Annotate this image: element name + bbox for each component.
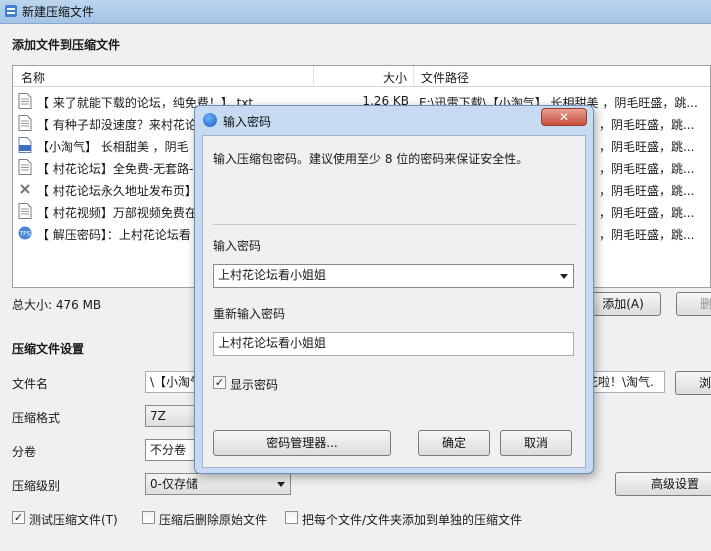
split-label: 分卷 xyxy=(12,445,37,459)
password-dialog: 输入密码 ✕ 输入压缩包密码。建议使用至少 8 位的密码来保证安全性。 输入密码… xyxy=(194,105,594,474)
dialog-body: 输入压缩包密码。建议使用至少 8 位的密码来保证安全性。 输入密码 上村花论坛看… xyxy=(202,135,586,468)
text-file-icon xyxy=(18,159,32,175)
close-icon[interactable]: ✕ xyxy=(541,108,587,126)
advanced-settings-button[interactable]: 高级设置 xyxy=(615,472,711,496)
delete-after-checkbox[interactable] xyxy=(142,511,155,524)
password-input[interactable]: 上村花论坛看小姐姐 xyxy=(213,264,574,288)
mp4-file-icon xyxy=(18,137,32,153)
filename-value-right: 花啦！\淘气. xyxy=(586,375,654,389)
password-label: 输入密码 xyxy=(213,239,262,253)
column-path-header[interactable]: 文件路径 xyxy=(421,69,469,86)
each-separate-checkbox[interactable] xyxy=(285,511,298,524)
each-separate-label[interactable]: 把每个文件/文件夹添加到单独的压缩文件 xyxy=(302,511,522,528)
delete-after-label[interactable]: 压缩后删除原始文件 xyxy=(159,511,267,528)
file-name: 【 村花论坛永久地址发布页】 xyxy=(37,184,197,198)
format-label: 压缩格式 xyxy=(12,411,61,425)
svg-text:TPS: TPS xyxy=(18,231,30,238)
divider xyxy=(213,224,577,225)
chevron-down-icon[interactable] xyxy=(560,274,568,279)
level-label: 压缩级别 xyxy=(12,479,61,493)
file-name: 【 村花论坛】全免费-无套路- xyxy=(37,162,194,176)
format-value: 7Z xyxy=(150,409,166,423)
level-value: 0-仅存储 xyxy=(150,477,198,491)
show-password-label[interactable]: 显示密码 xyxy=(230,376,278,393)
list-header: 名称 大小 文件路径 xyxy=(13,66,710,87)
dialog-app-icon xyxy=(203,113,217,127)
text-file-icon xyxy=(18,115,32,131)
file-name: 【 解压密码】：上村花论坛看 xyxy=(37,228,191,242)
tps-file-icon: TPS xyxy=(18,226,32,240)
split-value: 不分卷 xyxy=(150,443,187,457)
file-path: ，阴毛旺盛，跳... xyxy=(599,184,695,198)
password-manager-button[interactable]: 密码管理器... xyxy=(213,430,391,456)
window-titlebar: 新建压缩文件 xyxy=(0,0,711,24)
file-path: ，阴毛旺盛，跳... xyxy=(599,140,695,154)
text-file-icon xyxy=(18,203,32,219)
confirm-password-input[interactable]: 上村花论坛看小姐姐 xyxy=(213,332,574,356)
column-name-header[interactable]: 名称 xyxy=(21,69,45,86)
file-path: ，阴毛旺盛，跳... xyxy=(599,206,695,220)
browse-button[interactable]: 浏 xyxy=(675,371,711,395)
confirm-password-value: 上村花论坛看小姐姐 xyxy=(218,336,327,350)
level-select[interactable]: 0-仅存储 xyxy=(145,473,291,495)
file-name: 【 村花视频】万部视频免费在 xyxy=(37,206,197,220)
section-add-heading: 添加文件到压缩文件 xyxy=(12,38,121,52)
filename-label: 文件名 xyxy=(12,377,49,391)
test-archive-label[interactable]: 测试压缩文件(T) xyxy=(29,511,118,528)
dialog-title: 输入密码 xyxy=(223,115,272,129)
url-file-icon xyxy=(20,184,30,194)
cancel-button[interactable]: 取消 xyxy=(500,430,572,456)
file-name: 【小淘气】 长相甜美 ，阴毛 xyxy=(37,140,189,154)
file-path: ，阴毛旺盛，跳... xyxy=(599,228,695,242)
add-button[interactable]: 添加(A) xyxy=(585,292,661,316)
file-path: ，阴毛旺盛，跳... xyxy=(599,162,695,176)
confirm-password-label: 重新输入密码 xyxy=(213,307,286,321)
chevron-down-icon xyxy=(277,482,285,487)
dialog-hint: 输入压缩包密码。建议使用至少 8 位的密码来保证安全性。 xyxy=(213,152,529,166)
text-file-icon xyxy=(18,93,32,109)
password-value: 上村花论坛看小姐姐 xyxy=(218,268,327,282)
file-name: 【 有种子却没速度？来村花论 xyxy=(37,118,197,132)
total-size-label: 总大小: 476 MB xyxy=(12,298,102,312)
window-title: 新建压缩文件 xyxy=(22,5,95,19)
show-password-checkbox[interactable]: ✓ xyxy=(213,376,226,389)
column-size-header[interactable]: 大小 xyxy=(383,69,407,86)
app-icon xyxy=(5,5,17,17)
delete-button[interactable]: 删 xyxy=(676,292,711,316)
file-path: ，阴毛旺盛，跳... xyxy=(599,118,695,132)
settings-heading: 压缩文件设置 xyxy=(12,342,85,356)
ok-button[interactable]: 确定 xyxy=(418,430,490,456)
test-archive-checkbox[interactable]: ✓ xyxy=(12,511,25,524)
